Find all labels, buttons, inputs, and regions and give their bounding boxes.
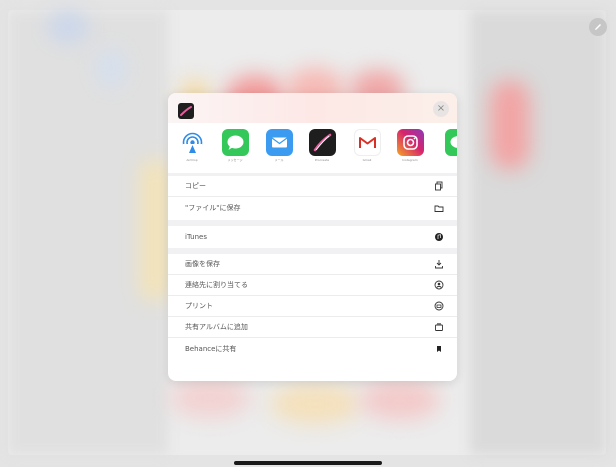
line-icon [444, 129, 457, 156]
share-app-instagram[interactable]: Instagram [390, 129, 430, 171]
shared-image-thumbnail [178, 103, 194, 119]
share-sheet-header: × [168, 93, 457, 123]
app-label: メッセージ [227, 158, 243, 162]
app-label: AirDrop [186, 158, 198, 162]
share-app-procreate[interactable]: Procreate [302, 129, 342, 171]
folder-icon [433, 202, 445, 214]
print-icon [433, 300, 445, 312]
background-blob [96, 48, 126, 88]
messages-icon [221, 129, 249, 156]
action-save-to-files[interactable]: "ファイル"に保存 [168, 197, 457, 218]
share-sheet: × AirDrop メッセージ メール Procreate Gmail Inst… [168, 93, 457, 381]
shared-album-icon [433, 321, 445, 333]
behance-icon [433, 343, 445, 355]
background-blob [170, 378, 250, 418]
itunes-icon [433, 231, 445, 243]
share-app-airdrop[interactable]: AirDrop [172, 129, 212, 171]
action-label: Behanceに共有 [185, 344, 237, 353]
home-indicator[interactable] [234, 461, 382, 465]
action-assign-to-contact[interactable]: 連絡先に割り当てる [168, 275, 457, 296]
action-label: "ファイル"に保存 [185, 203, 241, 212]
airdrop-icon [178, 129, 206, 156]
share-app-gmail[interactable]: Gmail [347, 129, 387, 171]
background-blob [490, 80, 530, 170]
action-group-2: iTunes [168, 226, 457, 247]
mail-icon [265, 129, 293, 156]
background-blob [270, 384, 360, 424]
background-blob [48, 12, 88, 42]
action-share-behance[interactable]: Behanceに共有 [168, 338, 457, 359]
app-label: Procreate [314, 158, 330, 162]
copy-icon [433, 180, 445, 192]
gmail-icon [353, 129, 381, 156]
action-copy[interactable]: コピー [168, 176, 457, 197]
background-right-panel [470, 10, 606, 455]
save-image-icon [433, 258, 445, 270]
action-save-image[interactable]: 画像を保存 [168, 254, 457, 275]
background-blob [360, 380, 440, 420]
instagram-icon [396, 129, 424, 156]
action-label: 連絡先に割り当てる [185, 281, 248, 289]
action-group-1: コピー "ファイル"に保存 [168, 176, 457, 218]
action-add-to-shared-album[interactable]: 共有アルバムに追加 [168, 317, 457, 338]
share-app-line[interactable] [438, 129, 457, 171]
action-label: プリント [185, 302, 213, 310]
action-label: 画像を保存 [185, 260, 220, 268]
contact-icon [433, 279, 445, 291]
action-label: コピー [185, 182, 206, 190]
pencil-icon[interactable] [589, 18, 607, 36]
action-print[interactable]: プリント [168, 296, 457, 317]
share-app-messages[interactable]: メッセージ [215, 129, 255, 171]
app-label: メール [274, 158, 284, 162]
close-button[interactable]: × [433, 101, 449, 117]
action-label: iTunes [185, 232, 207, 241]
action-group-3: 画像を保存 連絡先に割り当てる プリント 共有アルバムに追加 Behanceに共… [168, 254, 457, 359]
background-blob [140, 160, 170, 300]
share-apps-row: AirDrop メッセージ メール Procreate Gmail Instag… [168, 123, 457, 173]
app-label: Instagram [402, 158, 418, 162]
share-app-mail[interactable]: メール [259, 129, 299, 171]
app-label: Gmail [362, 158, 372, 162]
procreate-icon [308, 129, 336, 156]
action-itunes[interactable]: iTunes [168, 226, 457, 247]
action-label: 共有アルバムに追加 [185, 323, 248, 331]
